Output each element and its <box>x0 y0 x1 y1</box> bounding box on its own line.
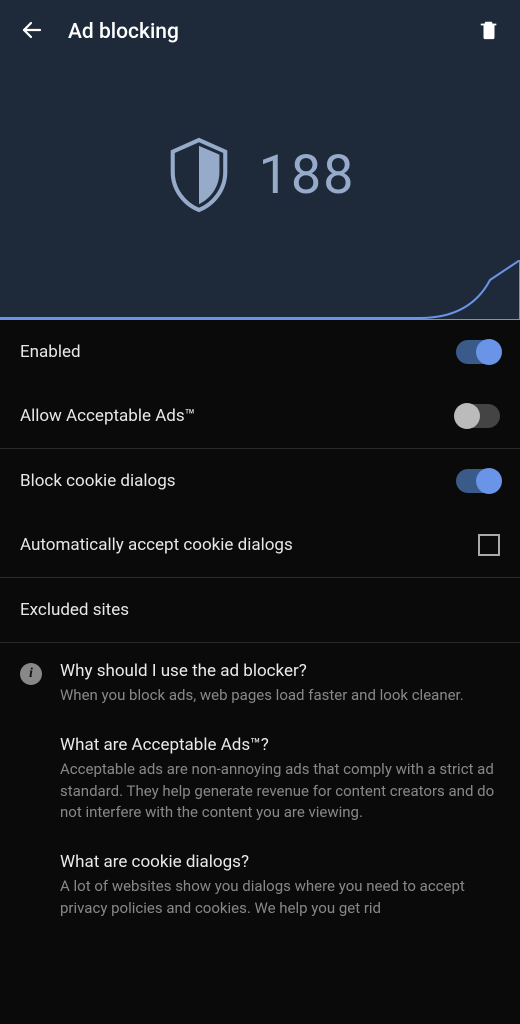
enabled-row[interactable]: Enabled <box>0 320 520 384</box>
page-title: Ad blocking <box>68 20 454 44</box>
auto-accept-checkbox[interactable] <box>478 534 500 556</box>
header-panel: Ad blocking 188 <box>0 0 520 320</box>
top-bar: Ad blocking <box>0 0 520 64</box>
info-content: Why should I use the ad blocker? When yo… <box>60 661 500 948</box>
toggle-section-1: Enabled Allow Acceptable Ads™ <box>0 320 520 449</box>
info-icon: i <box>20 663 42 685</box>
info-answer: When you block ads, web pages load faste… <box>60 685 500 707</box>
toggle-section-2: Block cookie dialogs Automatically accep… <box>0 449 520 578</box>
info-answer: A lot of websites show you dialogs where… <box>60 876 500 920</box>
hero-stats: 188 <box>0 134 520 216</box>
auto-accept-row[interactable]: Automatically accept cookie dialogs <box>0 513 520 577</box>
excluded-sites-label: Excluded sites <box>20 600 500 620</box>
info-section: i Why should I use the ad blocker? When … <box>0 643 520 948</box>
acceptable-ads-toggle[interactable] <box>456 404 500 428</box>
info-block-0: Why should I use the ad blocker? When yo… <box>60 661 500 707</box>
info-question: Why should I use the ad blocker? <box>60 661 500 681</box>
shield-icon <box>164 134 234 216</box>
delete-button[interactable] <box>478 19 500 45</box>
excluded-section: Excluded sites <box>0 578 520 643</box>
acceptable-ads-label: Allow Acceptable Ads™ <box>20 406 456 426</box>
enabled-toggle[interactable] <box>456 340 500 364</box>
block-cookie-label: Block cookie dialogs <box>20 471 456 491</box>
info-question: What are Acceptable Ads™? <box>60 735 500 755</box>
back-button[interactable] <box>20 18 44 46</box>
arrow-left-icon <box>20 18 44 42</box>
excluded-sites-row[interactable]: Excluded sites <box>0 578 520 642</box>
activity-graph <box>0 260 520 320</box>
block-cookie-toggle[interactable] <box>456 469 500 493</box>
info-answer: Acceptable ads are non-annoying ads that… <box>60 759 500 824</box>
blocked-count: 188 <box>258 144 355 207</box>
acceptable-ads-row[interactable]: Allow Acceptable Ads™ <box>0 384 520 448</box>
enabled-label: Enabled <box>20 342 456 362</box>
auto-accept-label: Automatically accept cookie dialogs <box>20 535 478 555</box>
info-block-1: What are Acceptable Ads™? Acceptable ads… <box>60 735 500 824</box>
block-cookie-row[interactable]: Block cookie dialogs <box>0 449 520 513</box>
trash-icon <box>478 19 500 41</box>
info-question: What are cookie dialogs? <box>60 852 500 872</box>
info-block-2: What are cookie dialogs? A lot of websit… <box>60 852 500 920</box>
